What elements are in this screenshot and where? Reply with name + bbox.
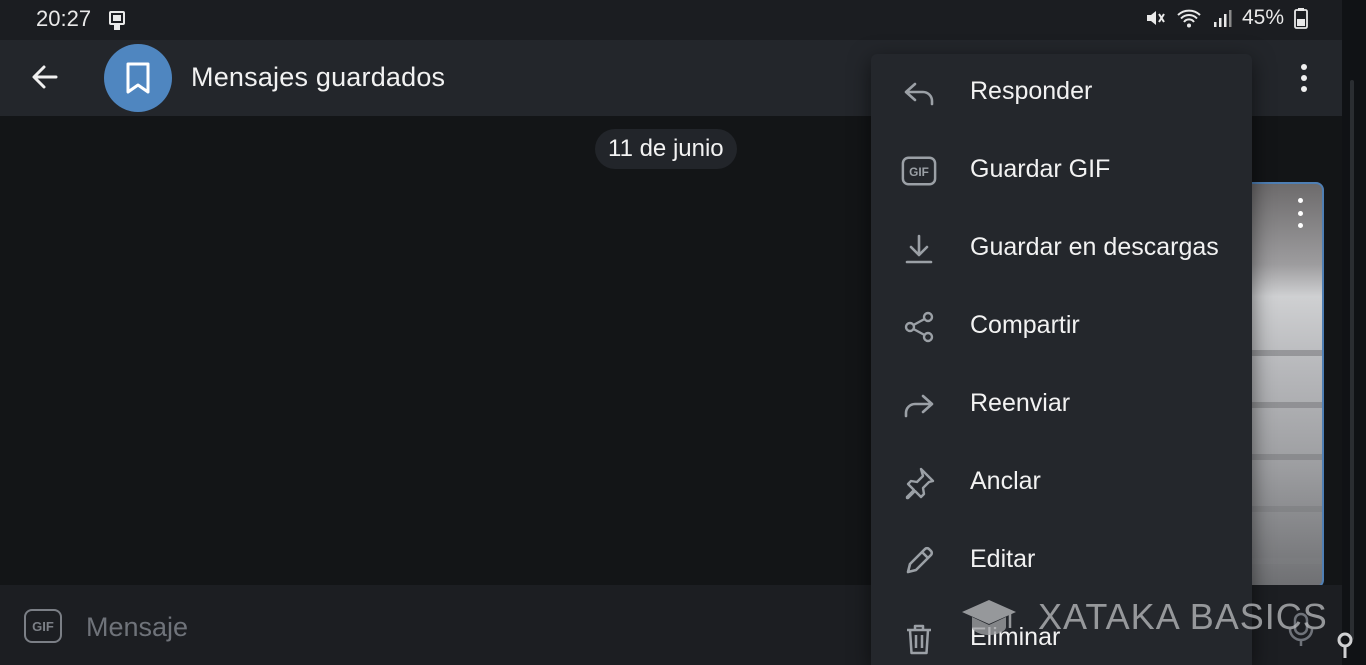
forward-icon	[901, 387, 937, 423]
more-dot	[1298, 223, 1303, 228]
menu-item-save-downloads[interactable]: Guardar en descargas	[871, 210, 1252, 288]
media-more-button[interactable]	[1298, 198, 1306, 228]
arrow-left-icon	[32, 65, 58, 89]
menu-item-label: Responder	[970, 77, 1093, 105]
chat-title[interactable]: Mensajes guardados	[191, 62, 445, 93]
signal-icon	[1212, 7, 1232, 29]
menu-item-reply[interactable]: Responder	[871, 54, 1252, 132]
reply-icon	[901, 75, 937, 111]
menu-item-label: Eliminar	[970, 623, 1061, 651]
pin-icon	[901, 465, 937, 501]
location-pin-icon	[1337, 632, 1353, 658]
telegram-screen: 20:27 45% Mensajes guardados 11 de junio…	[0, 0, 1342, 665]
menu-item-label: Anclar	[970, 467, 1041, 495]
svg-text:GIF: GIF	[909, 165, 929, 179]
battery-text: 45%	[1241, 6, 1284, 29]
menu-item-forward[interactable]: Reenviar	[871, 366, 1252, 444]
menu-item-label: Guardar en descargas	[970, 233, 1219, 261]
menu-item-label: Editar	[970, 545, 1036, 573]
menu-item-label: Guardar GIF	[970, 155, 1111, 183]
gif-button[interactable]: GIF	[24, 609, 62, 643]
edit-icon	[901, 543, 937, 579]
menu-item-pin[interactable]: Anclar	[871, 444, 1252, 522]
scrollbar[interactable]	[1350, 80, 1354, 640]
menu-item-label: Reenviar	[970, 389, 1071, 417]
mic-button[interactable]	[1286, 611, 1316, 649]
status-bar: 20:27 45%	[0, 0, 1342, 40]
wifi-icon	[1176, 7, 1202, 29]
gif-icon: GIF	[901, 153, 937, 189]
menu-item-edit[interactable]: Editar	[871, 522, 1252, 600]
more-options-button[interactable]	[1290, 60, 1318, 96]
date-separator: 11 de junio	[595, 129, 737, 169]
mute-icon	[1144, 7, 1166, 29]
menu-item-delete[interactable]: Eliminar	[871, 600, 1252, 665]
more-dot	[1301, 75, 1307, 81]
status-icons: 45%	[1144, 6, 1308, 30]
message-input[interactable]	[84, 605, 848, 649]
mic-icon	[1288, 612, 1314, 646]
back-button[interactable]	[28, 60, 62, 94]
more-vertical-icon	[1298, 198, 1303, 203]
more-vertical-icon	[1301, 64, 1307, 70]
notification-icon	[106, 10, 128, 37]
trash-icon	[901, 621, 937, 657]
status-time: 20:27	[36, 6, 92, 31]
message-context-menu: Responder GIF Guardar GIF Guardar en des…	[871, 54, 1252, 665]
download-icon	[901, 231, 937, 267]
menu-item-share[interactable]: Compartir	[871, 288, 1252, 366]
menu-item-save-gif[interactable]: GIF Guardar GIF	[871, 132, 1252, 210]
battery-icon	[1294, 7, 1308, 29]
more-dot	[1298, 210, 1303, 216]
avatar[interactable]	[104, 44, 172, 112]
screen-edge	[1342, 0, 1366, 665]
more-dot	[1301, 86, 1307, 92]
bookmark-icon	[126, 62, 150, 94]
menu-item-label: Compartir	[970, 311, 1080, 339]
share-icon	[901, 309, 937, 345]
